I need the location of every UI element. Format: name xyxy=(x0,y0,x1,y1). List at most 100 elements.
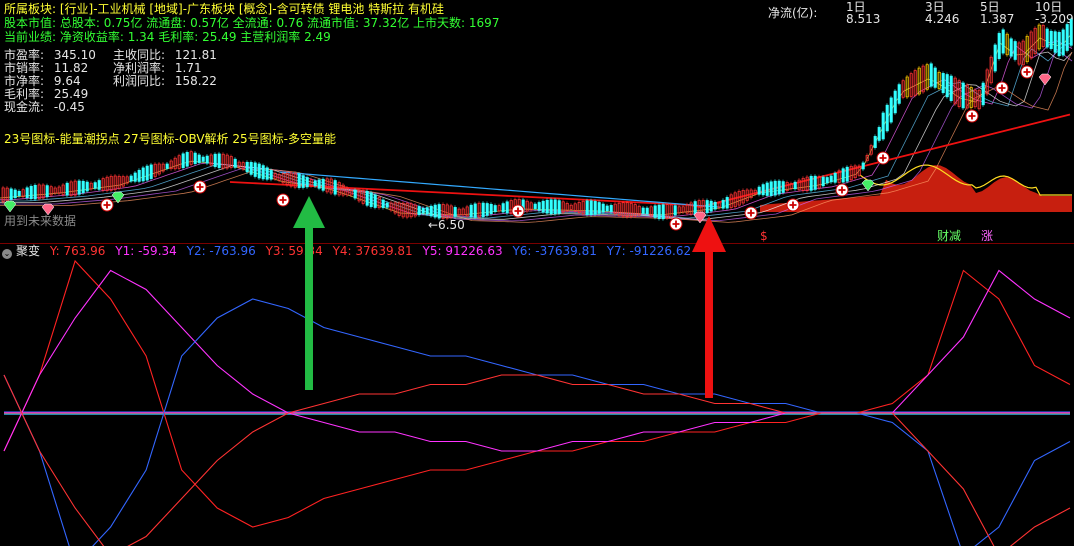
candle-body xyxy=(97,180,101,190)
candle-body xyxy=(481,202,485,217)
candle-body xyxy=(85,181,89,192)
candle-body xyxy=(501,203,505,213)
signal-diamond xyxy=(693,211,707,224)
candle-body xyxy=(557,200,561,214)
candle-body xyxy=(881,112,885,140)
candle-body xyxy=(489,203,493,215)
candle-body xyxy=(365,191,369,206)
candle-body xyxy=(661,204,665,220)
candle-body xyxy=(417,206,421,216)
legend-y7: Y7: -91226.62 xyxy=(606,244,692,258)
price-chart[interactable] xyxy=(0,0,1074,243)
candle-body xyxy=(185,152,189,167)
candle-body xyxy=(29,185,33,200)
candle-body xyxy=(197,154,201,163)
candle-body xyxy=(601,203,605,213)
candle-body xyxy=(369,192,373,207)
candle-body xyxy=(997,33,1001,59)
candle-body xyxy=(589,200,593,216)
candle-body xyxy=(597,202,601,214)
candle-body xyxy=(777,180,781,195)
candle-body xyxy=(373,194,377,208)
candle-body xyxy=(605,205,609,212)
candle-body xyxy=(929,63,933,87)
candle-body xyxy=(505,201,509,214)
candle-body xyxy=(1057,32,1061,57)
candle-body xyxy=(385,202,389,208)
candle-body xyxy=(609,205,613,213)
candle-body xyxy=(1009,38,1013,57)
panel-name: 聚变 xyxy=(16,244,41,258)
series-line-y1 xyxy=(3,269,1071,452)
candle-body xyxy=(533,203,537,209)
legend-y2: Y2: -763.96 xyxy=(186,244,256,258)
candle-body xyxy=(77,180,81,195)
candle-body xyxy=(249,162,253,175)
candle-body xyxy=(941,73,945,94)
candle-body xyxy=(657,204,661,219)
candle-body xyxy=(893,90,897,114)
candle-body xyxy=(821,176,825,187)
candle-body xyxy=(425,207,429,215)
candle-body xyxy=(253,162,257,177)
candle-body xyxy=(841,168,845,183)
candle-body xyxy=(65,182,69,196)
candle-body xyxy=(133,172,137,182)
candle-body xyxy=(549,199,553,215)
candle-body xyxy=(1069,19,1073,46)
candle-body xyxy=(585,200,589,215)
legend-y6: Y6: -37639.81 xyxy=(512,244,597,258)
candle-body xyxy=(829,175,833,183)
candle-body xyxy=(809,175,813,191)
legend-y5: Y5: 91226.63 xyxy=(422,244,503,258)
candle-body xyxy=(769,181,773,196)
candle-body xyxy=(333,180,337,195)
candle-body xyxy=(149,164,153,179)
candle-body xyxy=(493,205,497,213)
candle-body xyxy=(773,180,777,196)
panel-toggle-icon[interactable]: ⌄ xyxy=(2,249,12,259)
jianchi-label: 财减 xyxy=(937,229,962,243)
signal-diamond xyxy=(3,200,17,213)
candle-body xyxy=(453,207,457,217)
candle-body xyxy=(645,207,649,215)
candle-body xyxy=(193,152,197,164)
candle-body xyxy=(761,184,765,196)
series-line-y2 xyxy=(3,298,1071,546)
candle-body xyxy=(1013,41,1017,60)
candle-body xyxy=(725,197,729,209)
candle-body xyxy=(705,200,709,214)
candle-body xyxy=(933,67,937,88)
candle-body xyxy=(709,200,713,212)
candle-body xyxy=(301,175,305,188)
signal-diamond xyxy=(1038,73,1052,86)
candle-body xyxy=(793,181,797,190)
candle-body xyxy=(17,190,21,196)
candle-body xyxy=(673,205,677,216)
candle-body xyxy=(321,178,325,191)
candle-body xyxy=(897,84,901,104)
candle-body xyxy=(141,167,145,182)
candle-body xyxy=(653,205,657,218)
candle-body xyxy=(873,136,877,148)
candle-body xyxy=(1065,24,1069,51)
candle-body xyxy=(469,204,473,218)
legend-y: Y: 763.96 xyxy=(49,244,106,258)
candle-body xyxy=(1049,30,1053,49)
candle-body xyxy=(313,180,317,187)
candle-body xyxy=(593,201,597,215)
candle-body xyxy=(721,199,725,209)
candle-body xyxy=(269,170,273,180)
candle-body xyxy=(433,204,437,218)
candle-body xyxy=(437,204,441,219)
candle-body xyxy=(813,175,817,190)
candle-body xyxy=(217,153,221,168)
candle-body xyxy=(949,75,953,101)
candle-body xyxy=(877,127,881,141)
candle-body xyxy=(265,167,269,180)
candle-body xyxy=(25,187,29,199)
candle-body xyxy=(257,163,261,179)
candle-body xyxy=(233,158,237,168)
candle-body xyxy=(545,199,549,214)
candle-body xyxy=(181,153,185,169)
